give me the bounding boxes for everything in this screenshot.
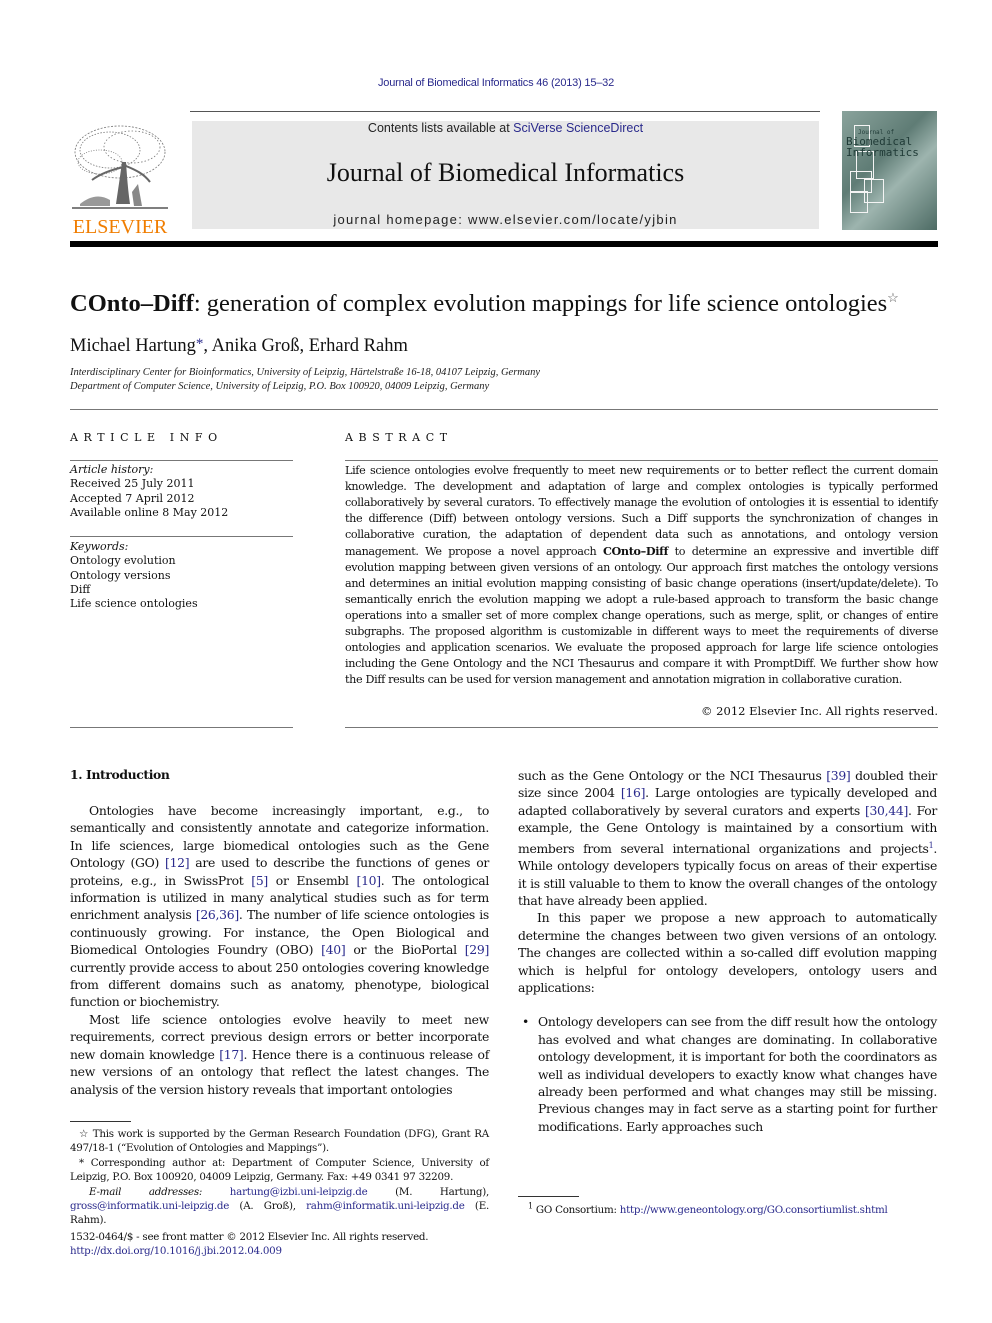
list-item-text: Ontology developers can see from the dif… — [538, 1014, 937, 1134]
paragraph: In this paper we propose a new approach … — [518, 910, 937, 995]
history-label: Article history: — [70, 463, 154, 476]
article-title: COnto–Diff: generation of complex evolut… — [70, 290, 950, 318]
elsevier-wordmark: ELSEVIER — [72, 216, 168, 238]
abstract-part: to determine an expressive and invertibl… — [345, 545, 938, 686]
journal-title: Journal of Biomedical Informatics — [326, 158, 685, 187]
section-heading: 1. Introduction — [70, 767, 170, 782]
history-online: Available online 8 May 2012 — [70, 505, 229, 519]
email-link[interactable]: rahm@informatik.uni-leipzig.de — [306, 1200, 465, 1212]
corresponding-footnote: * Corresponding author at: Department of… — [70, 1156, 489, 1185]
cover-title: Journal of Biomedical Informatics — [846, 129, 919, 158]
affiliation: Interdisciplinary Center for Bioinformat… — [70, 367, 541, 378]
footnote-1: 1 GO Consortium: http://www.geneontology… — [518, 1200, 937, 1218]
email-link[interactable]: gross@informatik.uni-leipzig.de — [70, 1200, 229, 1212]
funding-footnote: ☆ This work is supported by the German R… — [70, 1127, 489, 1156]
info-rule — [70, 536, 293, 537]
keyword: Ontology evolution — [70, 554, 176, 568]
footnotes: ☆ This work is supported by the German R… — [70, 1127, 489, 1228]
citation-link[interactable]: [12] — [165, 855, 190, 870]
keyword: Life science ontologies — [70, 597, 198, 611]
abstract-rule — [345, 460, 938, 461]
article-info-heading: ARTICLE INFO — [70, 431, 223, 444]
keyword: Ontology versions — [70, 568, 171, 582]
header-rule — [190, 111, 820, 112]
contents-prefix: Contents lists available at — [367, 121, 514, 135]
footnote-rule — [70, 1121, 131, 1122]
running-head[interactable]: Journal of Biomedical Informatics 46 (20… — [0, 77, 992, 89]
email-owner: (M. Hartung), — [367, 1185, 489, 1198]
right-column: such as the Gene Ontology or the NCI The… — [518, 767, 937, 1135]
author-list: Michael Hartung*, Anika Groß, Erhard Rah… — [70, 336, 408, 357]
citation-link[interactable]: [39] — [826, 768, 851, 783]
footnote-url-link[interactable]: http://www.geneontology.org/GO.consortiu… — [620, 1204, 888, 1216]
issn-line: 1532-0464/$ - see front matter © 2012 El… — [70, 1231, 429, 1243]
doi-link[interactable]: http://dx.doi.org/10.1016/j.jbi.2012.04.… — [70, 1245, 282, 1257]
funding-text: This work is supported by the German Res… — [70, 1128, 489, 1155]
citation-link[interactable]: [5] — [251, 873, 268, 888]
front-matter: 1532-0464/$ - see front matter © 2012 El… — [70, 1230, 489, 1259]
list-item: Ontology developers can see from the dif… — [518, 1013, 937, 1135]
email-footnote: E-mail addresses: hartung@izbi.uni-leipz… — [70, 1185, 489, 1228]
email-owner: (A. Groß), — [229, 1200, 307, 1213]
title-bold: COnto–Diff — [70, 290, 194, 318]
affiliation: Department of Computer Science, Universi… — [70, 381, 490, 392]
journal-cover-image[interactable]: Journal of Biomedical Informatics — [842, 111, 937, 230]
contents-line: Contents lists available at SciVerse Sci… — [192, 121, 819, 135]
homepage-line: journal homepage: www.elsevier.com/locat… — [192, 212, 819, 227]
corresponding-text: Corresponding author at: Department of C… — [70, 1156, 489, 1184]
citation-link[interactable]: [29] — [465, 942, 490, 957]
footnote-number: 1 — [528, 1202, 533, 1211]
footnote-label: GO Consortium: — [535, 1204, 620, 1217]
citation-link[interactable]: [17] — [219, 1047, 244, 1062]
elsevier-logo[interactable]: ELSEVIER — [70, 122, 170, 238]
tree-icon — [70, 122, 170, 210]
history-accepted: Accepted 7 April 2012 — [70, 491, 195, 505]
header-thick-rule — [70, 241, 938, 247]
paragraph: Most life science ontologies evolve heav… — [70, 1011, 489, 1098]
abstract-heading: ABSTRACT — [345, 431, 453, 444]
citation-link[interactable]: [40] — [321, 942, 346, 957]
homepage-prefix: journal homepage: — [333, 212, 469, 227]
info-rule — [70, 460, 293, 461]
journal-banner: Contents lists available at SciVerse Sci… — [192, 121, 819, 229]
keywords-label: Keywords: — [70, 540, 129, 553]
abstract-copyright: © 2012 Elsevier Inc. All rights reserved… — [701, 704, 938, 718]
text-run: currently provide access to about 250 on… — [70, 959, 489, 1010]
text-run: or Ensembl — [267, 872, 357, 888]
section-rule — [70, 409, 938, 410]
keyword: Diff — [70, 582, 91, 596]
abstract-bold: COnto–Diff — [602, 544, 669, 558]
footnote-rule — [518, 1196, 579, 1197]
citation-link[interactable]: [16] — [621, 785, 646, 800]
article-history: Article history: Received 25 July 2011 A… — [70, 463, 294, 520]
left-column: Ontologies have become increasingly impo… — [70, 802, 489, 1098]
paragraph: such as the Gene Ontology or the NCI The… — [518, 767, 937, 909]
star-icon: ☆ — [79, 1128, 89, 1140]
abstract-end-rule — [345, 727, 938, 728]
citation-link[interactable]: [10] — [357, 873, 382, 888]
author-name: , Anika Groß, Erhard Rahm — [203, 336, 408, 356]
text-run: such as the Gene Ontology or the NCI The… — [518, 768, 827, 783]
email-label: E-mail addresses: — [89, 1185, 203, 1198]
citation-link[interactable]: [30,44] — [865, 803, 908, 818]
text-run: or the BioPortal — [345, 942, 465, 958]
sciencedirect-link[interactable]: SciVerse ScienceDirect — [513, 121, 643, 135]
title-rest: : generation of complex evolution mappin… — [193, 290, 888, 318]
author-name: Michael Hartung — [70, 336, 196, 356]
citation-link[interactable]: [26,36] — [196, 907, 239, 922]
title-note-star-icon[interactable]: ☆ — [887, 290, 899, 305]
cover-line3: Informatics — [846, 146, 919, 159]
keywords: Keywords: Ontology evolution Ontology ve… — [70, 540, 294, 611]
cover-decor — [850, 191, 868, 213]
homepage-link[interactable]: www.elsevier.com/locate/yjbin — [468, 212, 678, 227]
history-received: Received 25 July 2011 — [70, 477, 195, 491]
info-rule — [70, 727, 293, 728]
abstract-text: Life science ontologies evolve frequentl… — [345, 463, 938, 688]
email-link[interactable]: hartung@izbi.uni-leipzig.de — [230, 1186, 368, 1198]
paragraph: Ontologies have become increasingly impo… — [70, 802, 489, 1011]
